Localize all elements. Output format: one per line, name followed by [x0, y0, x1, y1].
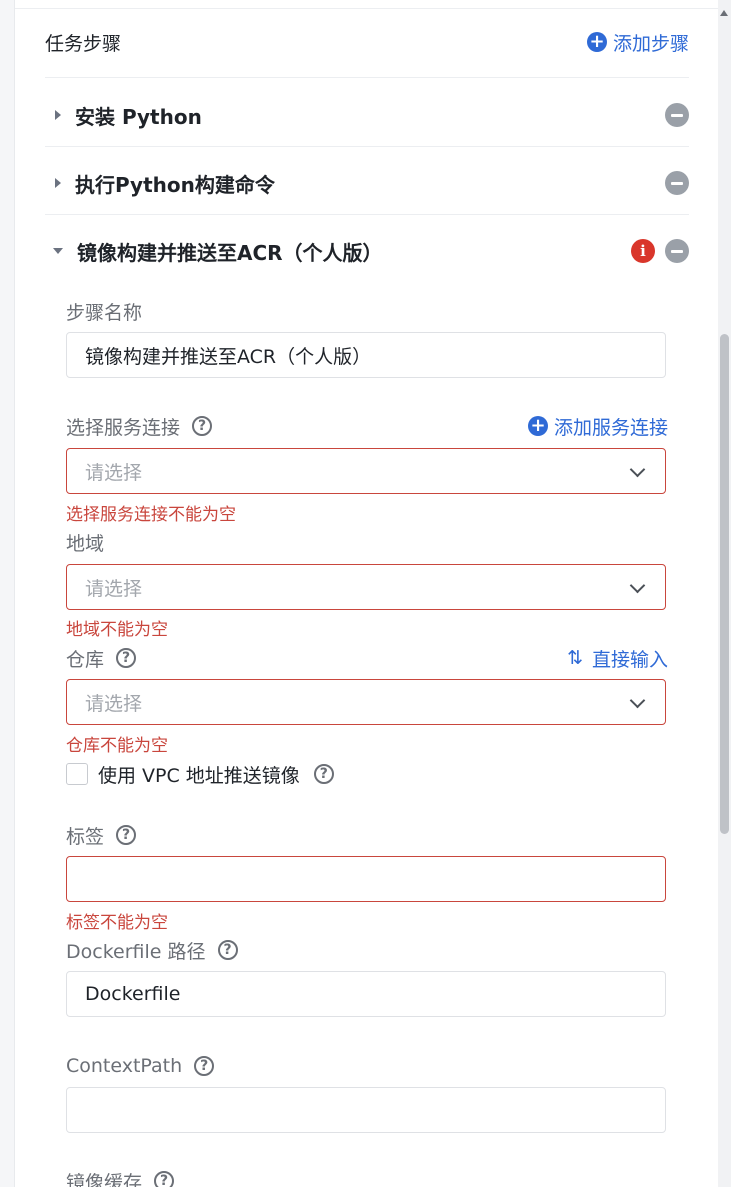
step-item-image-build-push[interactable]: 镜像构建并推送至ACR（个人版） i: [45, 231, 689, 271]
help-icon[interactable]: ?: [313, 764, 334, 784]
service-connection-label: 选择服务连接 ?: [66, 413, 213, 440]
step-name-label: 步骤名称: [66, 301, 143, 324]
service-connection-select[interactable]: 请选择: [66, 448, 666, 494]
tag-error: 标签不能为空: [66, 913, 168, 933]
add-service-connection-button[interactable]: + 添加服务连接: [527, 413, 668, 440]
dockerfile-label-text: Dockerfile 路径: [66, 940, 206, 963]
service-connection-label-row: 选择服务连接 ? + 添加服务连接: [66, 411, 668, 441]
dockerfile-value: Dockerfile: [85, 983, 181, 1005]
image-cache-label: 镜像缓存 ?: [66, 1168, 175, 1187]
remove-step-icon[interactable]: [665, 239, 689, 263]
dockerfile-input[interactable]: Dockerfile: [66, 971, 666, 1017]
repository-label-text: 仓库: [66, 648, 105, 671]
page-title: 任务步骤: [45, 32, 122, 55]
service-connection-error: 选择服务连接不能为空: [66, 505, 236, 525]
chevron-down-icon: [629, 461, 646, 478]
scrollbar-thumb[interactable]: [720, 334, 729, 834]
tag-label: 标签 ?: [66, 822, 137, 849]
add-service-connection-label: 添加服务连接: [553, 416, 668, 439]
panel-header: 任务步骤 + 添加步骤: [45, 20, 689, 64]
step-name-input[interactable]: 镜像构建并推送至ACR（个人版）: [66, 332, 666, 378]
image-cache-label-row: 镜像缓存 ?: [66, 1166, 668, 1187]
tag-label-row: 标签 ?: [66, 820, 668, 850]
image-cache-label-text: 镜像缓存: [66, 1171, 143, 1187]
add-step-button[interactable]: + 添加步骤: [586, 29, 689, 56]
dockerfile-label-row: Dockerfile 路径 ?: [66, 935, 668, 965]
region-label-row: 地域: [66, 527, 668, 557]
select-placeholder: 请选择: [85, 461, 143, 484]
add-step-label: 添加步骤: [612, 32, 689, 55]
remove-step-icon[interactable]: [665, 103, 689, 127]
chevron-down-icon: [629, 577, 646, 594]
context-path-label-row: ContextPath ?: [66, 1051, 668, 1081]
tag-input[interactable]: [66, 856, 666, 902]
help-icon[interactable]: ?: [217, 940, 238, 960]
service-connection-label-text: 选择服务连接: [66, 416, 181, 439]
help-icon[interactable]: ?: [116, 825, 137, 845]
caret-right-icon[interactable]: [55, 110, 61, 120]
step-item-install-python[interactable]: 安装 Python: [45, 95, 689, 135]
select-placeholder: 请选择: [85, 692, 143, 715]
caret-down-icon[interactable]: [53, 248, 63, 254]
context-path-label-text: ContextPath: [66, 1055, 183, 1077]
caret-right-icon[interactable]: [55, 178, 61, 188]
help-icon[interactable]: ?: [154, 1171, 175, 1187]
swap-icon: ⇅: [567, 647, 583, 669]
direct-input-label: 直接输入: [591, 648, 668, 671]
dockerfile-label: Dockerfile 路径 ?: [66, 937, 238, 964]
error-info-icon: i: [631, 239, 655, 263]
divider: [45, 146, 689, 147]
step-name-value: 镜像构建并推送至ACR（个人版）: [85, 345, 372, 368]
repository-select[interactable]: 请选择: [66, 679, 666, 725]
divider: [45, 214, 689, 215]
step-name-label-row: 步骤名称: [66, 296, 668, 326]
tag-label-text: 标签: [66, 825, 105, 848]
vpc-checkbox-row: 使用 VPC 地址推送镜像 ?: [66, 760, 334, 788]
vpc-checkbox[interactable]: [66, 763, 88, 785]
help-icon[interactable]: ?: [194, 1056, 215, 1076]
divider: [45, 77, 689, 78]
task-steps-panel: 任务步骤 + 添加步骤 安装 Python 执行Python构建命令 镜像构建并…: [14, 0, 719, 1187]
context-path-input[interactable]: [66, 1087, 666, 1133]
remove-step-icon[interactable]: [665, 171, 689, 195]
panel-top-divider: [15, 8, 719, 9]
context-path-label: ContextPath ?: [66, 1055, 215, 1077]
plus-circle-icon: +: [586, 32, 607, 52]
region-label: 地域: [66, 532, 105, 555]
repository-label: 仓库 ?: [66, 645, 137, 672]
step-item-python-build[interactable]: 执行Python构建命令: [45, 163, 689, 203]
scroll-up-arrow-icon[interactable]: [720, 10, 728, 16]
step-title: 镜像构建并推送至ACR（个人版）: [77, 240, 383, 265]
step-title: 安装 Python: [75, 104, 202, 129]
help-icon[interactable]: ?: [192, 416, 213, 436]
step-title: 执行Python构建命令: [75, 172, 275, 197]
region-select[interactable]: 请选择: [66, 564, 666, 610]
repository-label-row: 仓库 ? ⇅ 直接输入: [66, 643, 668, 673]
chevron-down-icon: [629, 692, 646, 709]
plus-circle-icon: +: [527, 416, 548, 436]
repository-error: 仓库不能为空: [66, 736, 168, 756]
select-placeholder: 请选择: [85, 577, 143, 600]
help-icon[interactable]: ?: [116, 648, 137, 668]
direct-input-button[interactable]: ⇅ 直接输入: [567, 645, 668, 672]
region-error: 地域不能为空: [66, 620, 168, 640]
vpc-label: 使用 VPC 地址推送镜像: [98, 764, 300, 787]
